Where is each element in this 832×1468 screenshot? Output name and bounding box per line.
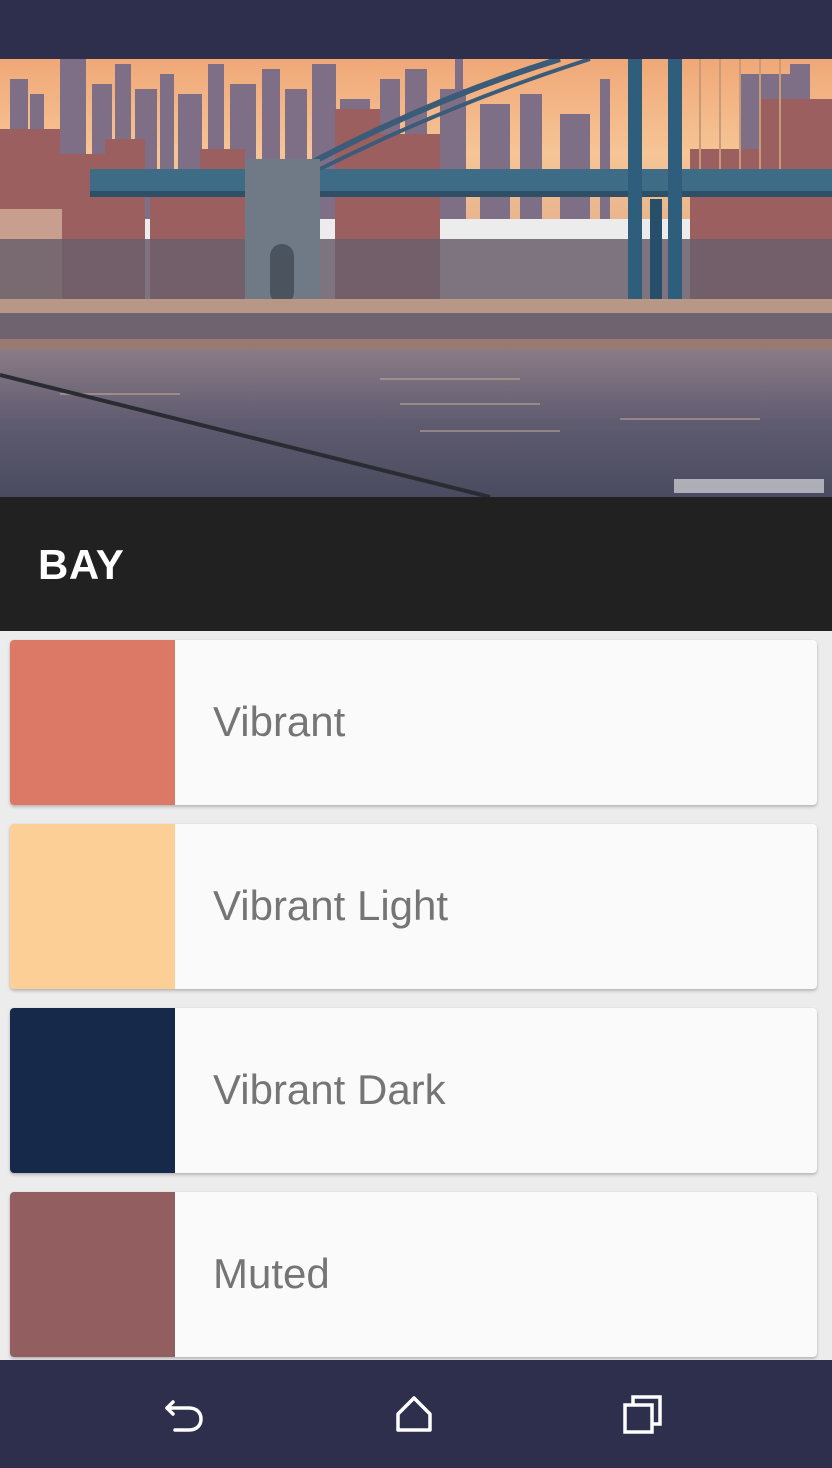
palette-title: BAY bbox=[38, 541, 125, 588]
swatch-label: Muted bbox=[213, 1250, 330, 1297]
status-bar bbox=[0, 0, 832, 59]
back-icon bbox=[165, 1400, 203, 1432]
color-swatch bbox=[10, 824, 175, 989]
swatch-card-muted[interactable]: Muted bbox=[10, 1192, 817, 1357]
swatch-card-vibrant-light[interactable]: Vibrant Light bbox=[10, 824, 817, 989]
recents-icon bbox=[623, 1395, 662, 1434]
color-swatch bbox=[10, 1192, 175, 1357]
home-icon bbox=[396, 1396, 432, 1432]
navigation-bar bbox=[0, 1360, 832, 1468]
back-button[interactable] bbox=[153, 1382, 217, 1446]
home-button[interactable] bbox=[382, 1382, 446, 1446]
recents-button[interactable] bbox=[611, 1382, 675, 1446]
header-image bbox=[0, 59, 832, 497]
swatch-label: Vibrant Light bbox=[213, 882, 449, 929]
swatch-label: Vibrant bbox=[213, 698, 346, 745]
color-swatch bbox=[10, 1008, 175, 1173]
color-swatch bbox=[10, 640, 175, 805]
swatch-card-vibrant-dark[interactable]: Vibrant Dark bbox=[10, 1008, 817, 1173]
app-screen: BAY Vibrant Vibrant Light Vibrant Dark M… bbox=[0, 0, 832, 1468]
swatch-list[interactable]: Vibrant Vibrant Light Vibrant Dark Muted bbox=[0, 631, 832, 1360]
palette-title-bar: BAY bbox=[0, 497, 832, 631]
swatch-label: Vibrant Dark bbox=[213, 1066, 446, 1113]
swatch-card-vibrant[interactable]: Vibrant bbox=[10, 640, 817, 805]
